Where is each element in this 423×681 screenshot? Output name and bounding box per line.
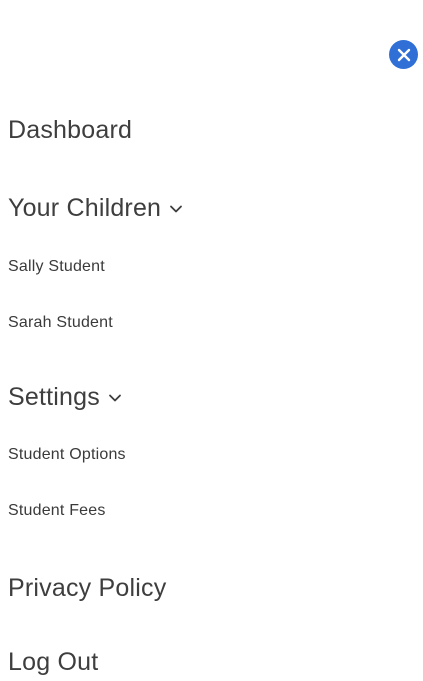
nav-item-sally-student[interactable]: Sally Student <box>8 258 105 276</box>
nav-group-settings-label: Settings <box>8 383 100 411</box>
close-icon <box>397 48 410 61</box>
nav-item-student-fees[interactable]: Student Fees <box>8 502 106 520</box>
nav-item-privacy-policy[interactable]: Privacy Policy <box>8 574 166 603</box>
nav-group-your-children[interactable]: Your Children <box>8 194 183 223</box>
nav-item-log-out[interactable]: Log Out <box>8 648 98 677</box>
nav-item-dashboard[interactable]: Dashboard <box>8 116 132 145</box>
nav-item-sarah-student[interactable]: Sarah Student <box>8 314 113 332</box>
chevron-down-icon <box>169 204 183 214</box>
close-button[interactable] <box>389 40 418 69</box>
nav-group-your-children-label: Your Children <box>8 194 162 222</box>
nav-group-settings[interactable]: Settings <box>8 383 122 412</box>
nav-item-student-options[interactable]: Student Options <box>8 446 126 464</box>
chevron-down-icon <box>108 393 122 403</box>
